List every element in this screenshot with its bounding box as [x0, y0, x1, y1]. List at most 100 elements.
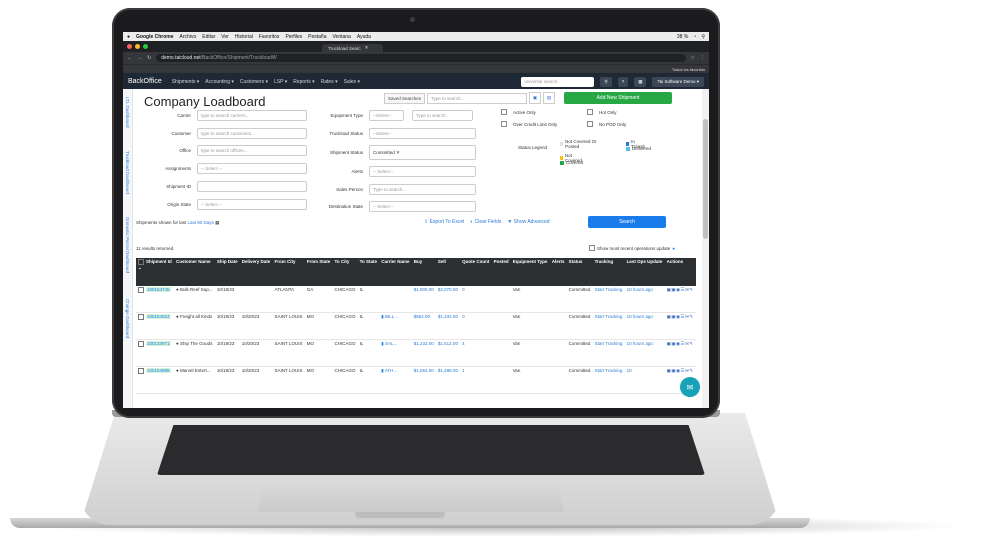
- nav-shipments[interactable]: Shipments ▾: [172, 79, 200, 85]
- menu-pestana[interactable]: Pestaña: [308, 34, 326, 40]
- all-bookmarks[interactable]: Todos los favoritos: [672, 67, 705, 72]
- menu-historial[interactable]: Historial: [235, 34, 253, 40]
- saved-searches-label[interactable]: Saved Searches: [384, 92, 426, 104]
- menu-ver[interactable]: Ver: [221, 34, 229, 40]
- clear-fields-link[interactable]: ◐ Clear Fields: [470, 219, 501, 225]
- maximize-window-icon[interactable]: [143, 44, 148, 49]
- shipment-id-link[interactable]: 100154745: [146, 287, 171, 293]
- nav-lsp[interactable]: LSP ▾: [274, 79, 287, 85]
- menu-perfiles[interactable]: Perfiles: [285, 34, 302, 40]
- row-actions[interactable]: ▣▣◉☰✉✎: [664, 312, 696, 340]
- col-last-ops[interactable]: Last Ops Update: [624, 258, 665, 286]
- apps-button[interactable]: ▦: [634, 76, 647, 87]
- row-actions[interactable]: ▣▣◉☰✉✎: [664, 339, 696, 367]
- forward-icon[interactable]: →: [137, 55, 142, 61]
- office-input[interactable]: type to search offices...: [197, 145, 307, 156]
- minimize-window-icon[interactable]: [135, 44, 140, 49]
- col-alerts[interactable]: Alerts: [549, 258, 567, 286]
- col-sell[interactable]: Sell: [435, 258, 461, 286]
- shipment-id-link[interactable]: 100154524: [146, 314, 171, 320]
- sidebar-tab-truckload[interactable]: Truckload Dashboard: [123, 151, 132, 194]
- col-status[interactable]: Status: [566, 258, 593, 286]
- search-button[interactable]: ⚲: [600, 76, 612, 87]
- search-icon[interactable]: ⚲: [701, 34, 705, 40]
- nav-reports[interactable]: Reports ▾: [293, 79, 314, 85]
- origin-state-select[interactable]: -- Select --: [197, 199, 307, 210]
- sales-person-input[interactable]: Type to search...: [369, 184, 476, 195]
- search-submit-button[interactable]: Search: [588, 216, 666, 228]
- shipment-status-select[interactable]: Committed ✕: [369, 145, 476, 160]
- col-from-state[interactable]: From State: [304, 258, 333, 286]
- col-buy[interactable]: Buy: [411, 258, 436, 286]
- hot-only-checkbox[interactable]: Hot Only: [587, 109, 617, 115]
- col-to-city[interactable]: To City: [332, 258, 358, 286]
- help-button[interactable]: ?: [617, 76, 629, 87]
- saved-search-input[interactable]: Type to search...: [427, 92, 528, 104]
- carrier-input[interactable]: type to search carriers...: [197, 110, 307, 121]
- reload-icon[interactable]: ↻: [147, 55, 151, 61]
- sidebar-tab-change[interactable]: Change Dashboard: [123, 299, 132, 338]
- assignments-select[interactable]: -- Select --: [197, 163, 307, 174]
- back-icon[interactable]: ←: [127, 55, 132, 61]
- alerts-select[interactable]: -- Select --: [369, 166, 476, 177]
- start-tracking-link[interactable]: Start Tracking: [592, 286, 625, 313]
- col-tracking[interactable]: Tracking: [592, 258, 625, 286]
- shipment-id-input[interactable]: [197, 181, 307, 192]
- sidebar-tab-parcel[interactable]: Domestic Parcel Dashboard: [123, 217, 132, 273]
- col-shipment-id[interactable]: Shipment Id ⌄: [136, 258, 175, 286]
- shipment-id-link[interactable]: 100134971: [146, 341, 171, 347]
- table-row[interactable]: 100154524 ● Freight all Kinds 10/19/23 1…: [136, 312, 696, 340]
- truckload-status-select[interactable]: --Select--: [369, 128, 476, 139]
- sidebar-tab-ltl[interactable]: LTL Dashboard: [123, 97, 132, 128]
- export-excel-link[interactable]: ⇩ Export To Excel: [424, 219, 464, 225]
- destination-state-select[interactable]: -- Select --: [369, 201, 476, 212]
- menu-ayuda[interactable]: Ayuda: [357, 34, 371, 40]
- wifi-icon[interactable]: ◔: [693, 34, 696, 40]
- show-advanced-link[interactable]: ▼ Show Advanced: [507, 219, 549, 225]
- menu-ventana[interactable]: Ventana: [332, 34, 350, 40]
- table-row[interactable]: 100134971 ● Ship The Goods 10/19/23 10/2…: [136, 339, 696, 367]
- equipment-type-search[interactable]: Type to search...: [412, 110, 473, 121]
- col-customer[interactable]: Customer Name: [174, 258, 215, 286]
- account-menu[interactable]: Tai Software Demo ▾: [652, 76, 704, 87]
- menu-dots-icon[interactable]: ⋮: [700, 55, 705, 61]
- col-ship-date[interactable]: Ship Date: [214, 258, 240, 286]
- col-posted[interactable]: Posted: [491, 258, 511, 286]
- table-row[interactable]: 100154745 ● Bulk Reef Sup... 10/19/23 AT…: [136, 286, 696, 313]
- menu-editar[interactable]: Editar: [202, 34, 215, 40]
- over-credit-limit-checkbox[interactable]: Over Credit Limit Only: [501, 121, 557, 127]
- start-tracking-link[interactable]: Start Tracking: [592, 312, 625, 340]
- menu-favoritos[interactable]: Favoritos: [259, 34, 280, 40]
- nav-sales[interactable]: Sales ▾: [344, 79, 360, 85]
- close-tab-icon[interactable]: ✕: [365, 45, 369, 51]
- col-quote-count[interactable]: Quote Count: [460, 258, 492, 286]
- shipment-id-link[interactable]: 100154999: [146, 368, 171, 374]
- show-recent-toggle[interactable]: Show most recent operations update ●: [588, 245, 675, 251]
- address-bar[interactable]: demo.taicloud.net/BackOffice/Shipment/Tr…: [156, 54, 686, 62]
- scrollbar-thumb[interactable]: [703, 119, 708, 239]
- row-checkbox[interactable]: [138, 314, 144, 320]
- no-pod-only-checkbox[interactable]: No POD Only: [587, 121, 626, 127]
- row-checkbox[interactable]: [138, 368, 144, 374]
- show-recent-checkbox[interactable]: [588, 245, 595, 251]
- row-checkbox[interactable]: [138, 341, 144, 347]
- chat-support-button[interactable]: ✉: [680, 377, 700, 397]
- date-range-link[interactable]: Last 90 Days: [188, 220, 214, 225]
- equipment-type-select[interactable]: --Select--: [369, 110, 404, 121]
- document-icon[interactable]: ▤: [543, 92, 556, 104]
- active-only-checkbox[interactable]: Active Only: [501, 109, 536, 115]
- start-tracking-link[interactable]: Start Tracking: [592, 339, 625, 367]
- row-actions[interactable]: ▣▣◉☰✉✎: [664, 286, 696, 313]
- nav-customers[interactable]: Customers ▾: [240, 79, 268, 85]
- row-checkbox[interactable]: [138, 287, 144, 293]
- page-scrollbar[interactable]: [702, 89, 709, 408]
- universal-search-input[interactable]: universal search...: [521, 76, 595, 87]
- nav-accounting[interactable]: Accounting ▾: [205, 79, 234, 85]
- close-window-icon[interactable]: [127, 44, 132, 49]
- add-new-shipment-button[interactable]: Add New Shipment: [564, 92, 672, 104]
- nav-rates[interactable]: Rates ▾: [321, 79, 338, 85]
- calendar-icon[interactable]: ▦: [215, 220, 219, 225]
- table-row[interactable]: 100154999 ● Marvel Entert... 10/19/23 10…: [136, 366, 696, 394]
- save-search-icon[interactable]: ▣: [529, 92, 542, 104]
- col-equipment[interactable]: Equipment Type: [510, 258, 550, 286]
